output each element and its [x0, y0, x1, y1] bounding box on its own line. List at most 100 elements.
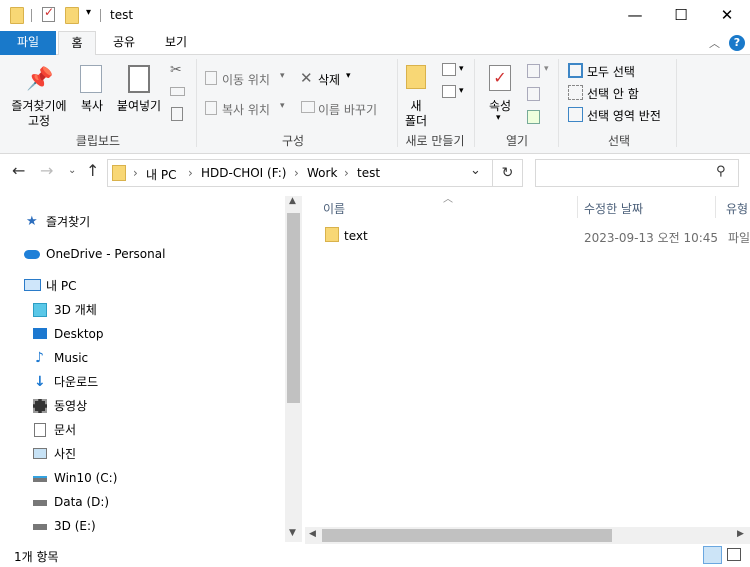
cloud-icon — [24, 250, 40, 259]
address-bar[interactable]: › 내 PC › HDD-CHOI (F:) › Work › test ⌄ — [107, 159, 493, 187]
close-button[interactable]: ✕ — [704, 0, 750, 31]
cut-icon[interactable]: ✂ — [170, 62, 182, 78]
select-none-label: 선택 안 함 — [587, 87, 639, 101]
customize-toolbar-icon[interactable]: ▾ — [86, 7, 91, 18]
nav-music[interactable]: ♪ Music — [33, 347, 88, 369]
breadcrumb-separator[interactable]: › — [188, 166, 193, 180]
up-button[interactable]: ↑ — [86, 161, 99, 180]
breadcrumb-this-pc[interactable]: 내 PC — [146, 166, 176, 183]
file-modified: 2023-09-13 오전 10:45 — [584, 231, 719, 245]
new-folder-label-2: 폴더 — [404, 114, 428, 128]
tab-file[interactable]: 파일 — [0, 31, 56, 55]
search-input[interactable]: ⚲ — [535, 159, 739, 187]
nav-label: 3D 개체 — [54, 303, 97, 317]
divider — [474, 59, 475, 147]
help-icon[interactable]: ? — [729, 35, 745, 51]
nav-label: Music — [54, 351, 89, 365]
forward-button[interactable]: → — [40, 161, 53, 180]
delete-label: 삭제 — [318, 73, 341, 87]
collapse-ribbon-icon[interactable]: ︿ — [709, 35, 720, 51]
breadcrumb-test[interactable]: test — [357, 166, 380, 180]
edit-icon[interactable] — [527, 87, 540, 101]
nav-label: 동영상 — [54, 399, 88, 413]
ribbon: 📌 즐겨찾기에 고정 복사 붙여넣기 ✂ 클립보드 이동 위치 ▾ 복사 위치 … — [0, 55, 750, 154]
nav-desktop[interactable]: Desktop — [33, 323, 104, 345]
new-item-icon[interactable] — [442, 63, 456, 76]
file-type: 파일 — [728, 231, 750, 245]
scroll-down-icon[interactable]: ▼ — [289, 528, 296, 538]
maximize-button[interactable]: ☐ — [658, 0, 704, 31]
delete-icon: ✕ — [300, 69, 313, 87]
tab-share[interactable]: 공유 — [100, 31, 148, 55]
nav-label: Data (D:) — [54, 495, 110, 509]
nav-downloads[interactable]: ↓ 다운로드 — [33, 371, 98, 393]
horizontal-scrollbar-thumb[interactable] — [322, 529, 612, 542]
properties-icon[interactable] — [42, 5, 55, 22]
nav-3d-objects[interactable]: 3D 개체 — [33, 299, 97, 321]
divider[interactable] — [577, 196, 578, 218]
file-name: text — [344, 229, 368, 243]
chevron-down-icon: ▾ — [346, 71, 351, 81]
nav-drive-c[interactable]: Win10 (C:) — [33, 467, 117, 489]
column-type[interactable]: 유형 — [726, 200, 748, 217]
column-name[interactable]: 이름 — [323, 200, 345, 217]
history-icon[interactable] — [527, 110, 540, 124]
back-button[interactable]: ← — [12, 161, 25, 180]
copy-path-icon[interactable] — [170, 87, 185, 96]
drive-icon — [33, 500, 47, 506]
invert-selection-label: 선택 영역 반전 — [587, 109, 661, 123]
large-icons-view-icon[interactable] — [727, 548, 741, 561]
select-all-icon — [568, 63, 583, 78]
organize-group-label: 구성 — [281, 134, 305, 148]
paste-icon — [128, 65, 150, 93]
new-folder-icon[interactable] — [65, 7, 79, 24]
invert-selection-icon — [568, 107, 583, 122]
nav-scrollbar-thumb[interactable] — [287, 213, 300, 403]
nav-label: OneDrive - Personal — [46, 247, 166, 261]
easy-access-icon[interactable] — [442, 85, 456, 98]
table-row[interactable]: text 2023-09-13 오전 10:45 파일 — [303, 225, 750, 247]
paste-label: 붙여넣기 — [116, 99, 162, 113]
details-view-icon[interactable] — [703, 546, 722, 564]
breadcrumb-work[interactable]: Work — [307, 166, 337, 180]
open-icon[interactable] — [527, 64, 540, 78]
recent-locations-button[interactable]: ⌄ — [68, 165, 76, 176]
breadcrumb-drive[interactable]: HDD-CHOI (F:) — [201, 166, 286, 180]
breadcrumb-separator[interactable]: › — [133, 166, 138, 180]
cube-icon — [33, 303, 47, 317]
title-bar: ▾ test — ☐ ✕ — [0, 0, 750, 31]
open-group-label: 열기 — [505, 134, 529, 148]
paste-shortcut-icon[interactable] — [171, 107, 183, 121]
chevron-down-icon[interactable]: ▾ — [544, 64, 549, 74]
scroll-up-icon[interactable]: ▲ — [289, 196, 296, 206]
nav-this-pc[interactable]: 내 PC — [24, 275, 76, 297]
nav-pictures[interactable]: 사진 — [33, 443, 76, 465]
ribbon-tabs: 파일 홈 공유 보기 ︿ ? — [0, 31, 750, 56]
refresh-button[interactable]: ↻ — [493, 159, 523, 187]
nav-videos[interactable]: 동영상 — [33, 395, 87, 417]
chevron-down-icon[interactable]: ▾ — [459, 86, 464, 96]
breadcrumb-separator[interactable]: › — [344, 166, 349, 180]
nav-documents[interactable]: 문서 — [33, 419, 76, 441]
nav-label: 즐겨찾기 — [46, 215, 91, 229]
properties-large-icon: ✓ — [489, 65, 511, 91]
scroll-left-icon[interactable]: ◀ — [309, 529, 316, 539]
tab-view[interactable]: 보기 — [152, 31, 200, 55]
select-none-icon — [568, 85, 583, 100]
address-dropdown-icon[interactable]: ⌄ — [470, 163, 481, 178]
tab-home[interactable]: 홈 — [58, 31, 96, 56]
folder-icon — [10, 7, 24, 24]
nav-quick-access[interactable]: ★ 즐겨찾기 — [26, 211, 90, 233]
chevron-down-icon[interactable]: ▾ — [459, 64, 464, 74]
minimize-button[interactable]: — — [612, 0, 658, 31]
column-modified[interactable]: 수정한 날짜 — [584, 200, 643, 217]
nav-drive-e[interactable]: 3D (E:) — [33, 515, 96, 537]
scroll-right-icon[interactable]: ▶ — [737, 529, 744, 539]
breadcrumb-separator[interactable]: › — [294, 166, 299, 180]
download-icon: ↓ — [34, 374, 46, 390]
navigation-pane: ★ 즐겨찾기 OneDrive - Personal 내 PC 3D 개체 De… — [0, 192, 303, 540]
nav-drive-d[interactable]: Data (D:) — [33, 491, 109, 513]
divider[interactable] — [715, 196, 716, 218]
nav-label: Win10 (C:) — [54, 471, 118, 485]
nav-onedrive[interactable]: OneDrive - Personal — [24, 243, 165, 265]
